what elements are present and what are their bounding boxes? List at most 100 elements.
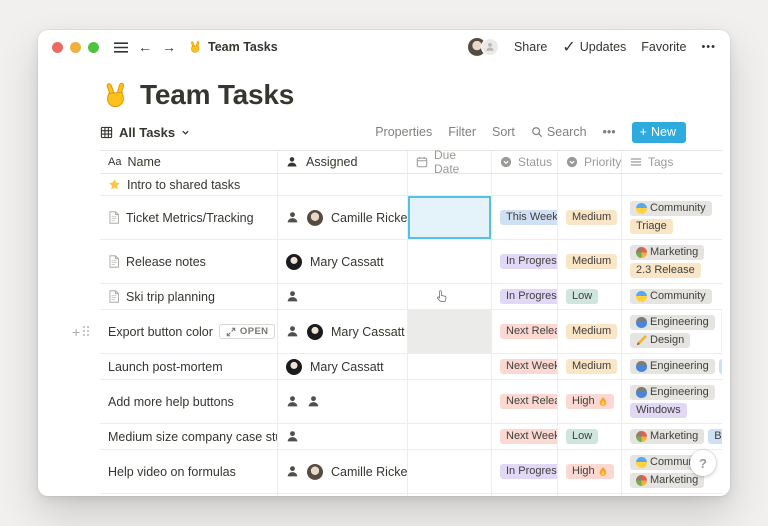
status-cell[interactable] bbox=[492, 174, 558, 195]
back-button[interactable]: ← bbox=[138, 40, 152, 54]
forward-button[interactable]: → bbox=[162, 40, 176, 54]
table-row[interactable]: Ski trip planning In ProgressLowCommunity bbox=[100, 284, 722, 310]
column-header-tags[interactable]: Tags bbox=[622, 151, 722, 173]
status-cell[interactable]: Next Week bbox=[492, 354, 558, 379]
tags-cell[interactable]: Marketing2.3 Release bbox=[622, 240, 722, 283]
assigned-cell[interactable]: Mary Cassatt bbox=[278, 310, 408, 353]
more-options-icon[interactable]: ••• bbox=[603, 125, 616, 139]
column-header-name[interactable]: AaName bbox=[100, 151, 278, 173]
column-header-status[interactable]: Status bbox=[492, 151, 558, 173]
tags-cell[interactable]: CommunityTriage bbox=[622, 196, 722, 239]
due-date-cell[interactable] bbox=[408, 284, 492, 309]
view-switcher[interactable]: All Tasks bbox=[100, 125, 190, 140]
properties-button[interactable]: Properties bbox=[375, 125, 432, 139]
priority-cell[interactable]: High bbox=[558, 450, 622, 493]
due-date-cell[interactable] bbox=[408, 310, 492, 353]
tags-cell[interactable]: EngineeringiOS bbox=[622, 354, 722, 379]
task-name-cell[interactable]: Ski trip planning bbox=[100, 284, 278, 309]
priority-cell[interactable]: Low bbox=[558, 424, 622, 449]
priority-cell[interactable]: Medium bbox=[558, 310, 622, 353]
status-cell[interactable]: In Progress bbox=[492, 284, 558, 309]
table-row[interactable]: Add more help buttons Next ReleaseHighEng… bbox=[100, 380, 722, 424]
assigned-cell[interactable]: Mary Cassatt bbox=[278, 354, 408, 379]
assigned-cell[interactable] bbox=[278, 380, 408, 423]
zoom-window-button[interactable] bbox=[88, 42, 99, 53]
task-name-cell[interactable]: Launch post-mortem bbox=[100, 354, 278, 379]
more-options-icon[interactable]: ••• bbox=[701, 41, 716, 53]
table-row[interactable]: User reporting data lossMary Cassatt In P… bbox=[100, 494, 722, 496]
task-name-cell[interactable]: Add more help buttons bbox=[100, 380, 278, 423]
add-row-button[interactable]: + bbox=[72, 325, 80, 339]
victory-hand-icon bbox=[100, 80, 130, 110]
status-cell[interactable]: In Progress bbox=[492, 240, 558, 283]
task-name: Ski trip planning bbox=[126, 290, 215, 304]
assigned-cell[interactable]: Camille Ricketts bbox=[278, 196, 408, 239]
column-header-due-date[interactable]: Due Date bbox=[408, 151, 492, 173]
assigned-cell[interactable] bbox=[278, 174, 408, 195]
table-row[interactable]: Help video on formulasCamille Ricketts In… bbox=[100, 450, 722, 494]
open-button[interactable]: OPEN bbox=[219, 324, 276, 339]
tags-cell[interactable]: Community bbox=[622, 284, 722, 309]
drag-handle-icon[interactable] bbox=[83, 326, 90, 337]
priority-badge: Medium bbox=[566, 254, 617, 269]
due-date-cell[interactable] bbox=[408, 196, 492, 239]
due-date-cell[interactable] bbox=[408, 450, 492, 493]
menu-icon[interactable] bbox=[114, 42, 128, 53]
minimize-window-button[interactable] bbox=[70, 42, 81, 53]
priority-cell[interactable]: Medium bbox=[558, 240, 622, 283]
help-button[interactable]: ? bbox=[690, 450, 716, 476]
table-row[interactable]: Export button colorOPENMary Cassatt Next … bbox=[100, 310, 722, 354]
favorite-button[interactable]: Favorite bbox=[641, 40, 686, 54]
task-name-cell[interactable]: Release notes bbox=[100, 240, 278, 283]
tags-cell[interactable]: EngineeringDesign bbox=[622, 310, 722, 353]
priority-cell[interactable]: Medium bbox=[558, 354, 622, 379]
assigned-cell[interactable]: Mary Cassatt bbox=[278, 494, 408, 496]
status-cell[interactable]: In Progress bbox=[492, 494, 558, 496]
priority-cell[interactable]: High bbox=[558, 380, 622, 423]
status-cell[interactable]: Next Release bbox=[492, 380, 558, 423]
table-row[interactable]: Intro to shared tasks bbox=[100, 174, 722, 196]
task-name-cell[interactable]: User reporting data loss bbox=[100, 494, 278, 496]
close-window-button[interactable] bbox=[52, 42, 63, 53]
tags-cell[interactable] bbox=[622, 174, 722, 195]
due-date-cell[interactable] bbox=[408, 240, 492, 283]
due-date-cell[interactable] bbox=[408, 174, 492, 195]
table-row[interactable]: Release notesMary Cassatt In Progress Medi… bbox=[100, 240, 722, 284]
table-row[interactable]: Medium size company case study Next WeekL… bbox=[100, 424, 722, 450]
column-header-priority[interactable]: Priority bbox=[558, 151, 622, 173]
sort-button[interactable]: Sort bbox=[492, 125, 515, 139]
column-header-assigned[interactable]: Assigned bbox=[278, 151, 408, 173]
assigned-cell[interactable]: Mary Cassatt bbox=[278, 240, 408, 283]
task-name-cell[interactable]: Export button colorOPEN bbox=[100, 310, 278, 353]
task-name-cell[interactable]: Ticket Metrics/Tracking bbox=[100, 196, 278, 239]
status-cell[interactable]: In Progress bbox=[492, 450, 558, 493]
assigned-cell[interactable] bbox=[278, 424, 408, 449]
due-date-cell[interactable] bbox=[408, 380, 492, 423]
priority-cell[interactable]: High bbox=[558, 494, 622, 496]
collaborator-avatars[interactable] bbox=[468, 38, 499, 56]
tags-cell[interactable]: MarketingBlog bbox=[622, 424, 722, 449]
tags-cell[interactable]: EngineeringWindows bbox=[622, 380, 722, 423]
task-name-cell[interactable]: Help video on formulas bbox=[100, 450, 278, 493]
search-button[interactable]: Search bbox=[531, 125, 587, 139]
priority-cell[interactable]: Low bbox=[558, 284, 622, 309]
task-name-cell[interactable]: Intro to shared tasks bbox=[100, 174, 278, 195]
tags-cell[interactable]: Data LossCommunity bbox=[622, 494, 722, 496]
status-cell[interactable]: Next Release bbox=[492, 310, 558, 353]
due-date-cell[interactable] bbox=[408, 424, 492, 449]
priority-cell[interactable]: Medium bbox=[558, 196, 622, 239]
share-button[interactable]: Share bbox=[514, 40, 547, 54]
due-date-cell[interactable] bbox=[408, 354, 492, 379]
assigned-cell[interactable]: Camille Ricketts bbox=[278, 450, 408, 493]
table-row[interactable]: Launch post-mortemMary Cassatt Next WeekM… bbox=[100, 354, 722, 380]
filter-button[interactable]: Filter bbox=[448, 125, 476, 139]
priority-cell[interactable] bbox=[558, 174, 622, 195]
status-cell[interactable]: Next Week bbox=[492, 424, 558, 449]
status-cell[interactable]: This Week bbox=[492, 196, 558, 239]
task-name-cell[interactable]: Medium size company case study bbox=[100, 424, 278, 449]
updates-button[interactable]: ✓ Updates bbox=[562, 37, 626, 57]
assigned-cell[interactable] bbox=[278, 284, 408, 309]
due-date-cell[interactable] bbox=[408, 494, 492, 496]
new-button[interactable]: + New bbox=[632, 122, 686, 143]
table-row[interactable]: Ticket Metrics/TrackingCamille Ricketts T… bbox=[100, 196, 722, 240]
